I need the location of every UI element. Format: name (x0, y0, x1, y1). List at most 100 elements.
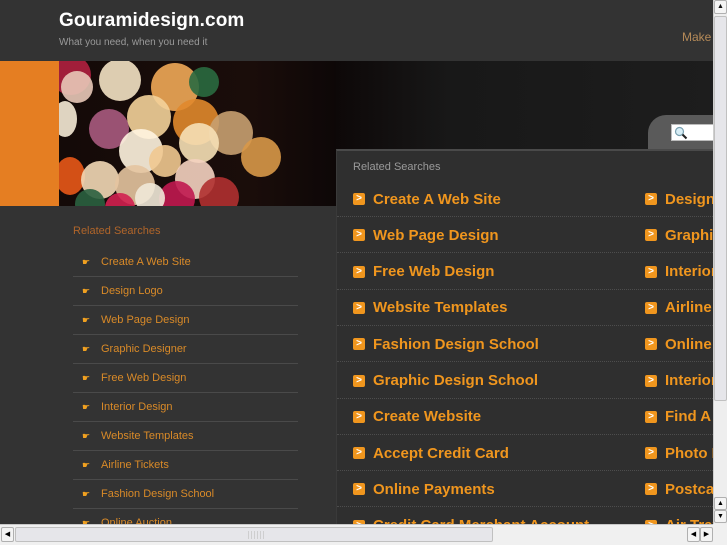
horizontal-scroll-thumb[interactable] (15, 527, 493, 542)
site-title[interactable]: Gouramidesign.com (59, 10, 244, 32)
pointing-hand-icon: ☛ (82, 372, 91, 383)
pointing-hand-icon: ☛ (82, 314, 91, 325)
related-link[interactable]: Find A (665, 408, 711, 425)
make-homepage-link[interactable]: Make (682, 30, 711, 44)
related-link[interactable]: Interior (665, 263, 713, 280)
site-header: Gouramidesign.com What you need, when yo… (0, 0, 713, 61)
sidebar-item[interactable]: ☛ Online Auction (73, 509, 298, 524)
sidebar-item[interactable]: ☛ Free Web Design (73, 364, 298, 393)
vertical-scrollbar[interactable]: ▲ ▲ ▼ (713, 0, 727, 524)
sidebar-link[interactable]: Graphic Designer (101, 343, 187, 355)
horizontal-scrollbar[interactable]: ◀ ◀ ▶ (0, 524, 727, 545)
related-link[interactable]: Create A Web Site (373, 191, 501, 208)
related-item[interactable]: > Create A Web Site (353, 181, 501, 217)
related-item[interactable]: > Website Templates (353, 290, 508, 326)
scroll-left-arrow-icon[interactable]: ◀ (1, 527, 14, 542)
related-item[interactable]: > Graphic (645, 217, 713, 253)
related-item[interactable]: > Create Website (353, 399, 481, 435)
arrow-bullet-icon: > (645, 447, 657, 460)
bokeh-lights-image (59, 61, 336, 206)
scroll-down-arrow-icon[interactable]: ▼ (714, 510, 727, 523)
related-item[interactable]: > Online A (645, 326, 713, 362)
arrow-bullet-icon: > (645, 374, 657, 387)
arrow-bullet-icon: > (353, 374, 365, 387)
related-row: > Website Templates > Airline T (337, 290, 713, 326)
related-link[interactable]: Credit Card Merchant Account (373, 517, 589, 524)
sidebar-item[interactable]: ☛ Airline Tickets (73, 451, 298, 480)
sidebar-link[interactable]: Online Auction (101, 517, 172, 524)
related-item[interactable]: > Interior (645, 363, 713, 399)
sidebar-link[interactable]: Website Templates (101, 430, 194, 442)
arrow-bullet-icon: > (645, 301, 657, 314)
related-row: > Create A Web Site > Design (337, 181, 713, 217)
related-row: > Web Page Design > Graphic (337, 217, 713, 254)
related-row: > Free Web Design > Interior (337, 254, 713, 290)
related-item[interactable]: > Postca (645, 471, 713, 507)
sidebar-item[interactable]: ☛ Create A Web Site (73, 248, 298, 277)
pointing-hand-icon: ☛ (82, 459, 91, 470)
related-link[interactable]: Fashion Design School (373, 336, 539, 353)
sidebar-item[interactable]: ☛ Website Templates (73, 422, 298, 451)
arrow-bullet-icon: > (353, 447, 365, 460)
related-item[interactable]: > Graphic Design School (353, 363, 538, 399)
pointing-hand-icon: ☛ (82, 285, 91, 296)
scroll-grip-icon (248, 531, 264, 539)
sidebar-link[interactable]: Free Web Design (101, 372, 186, 384)
related-item[interactable]: > Design (645, 181, 713, 217)
site-tagline: What you need, when you need it (59, 37, 208, 48)
sidebar-link[interactable]: Interior Design (101, 401, 173, 413)
sidebar-link[interactable]: Fashion Design School (101, 488, 214, 500)
related-item[interactable]: > Web Page Design (353, 217, 499, 253)
scroll-left-arrow-icon[interactable]: ◀ (687, 527, 700, 542)
search-input[interactable] (671, 124, 713, 141)
sidebar-item[interactable]: ☛ Web Page Design (73, 306, 298, 335)
sidebar-link[interactable]: Airline Tickets (101, 459, 169, 471)
vertical-scroll-thumb[interactable] (714, 16, 727, 401)
related-item[interactable]: >Air Trav (645, 508, 713, 524)
related-item[interactable]: > Photo E (645, 435, 713, 471)
arrow-bullet-icon: > (645, 229, 657, 242)
sidebar-item[interactable]: ☛ Graphic Designer (73, 335, 298, 364)
pointing-hand-icon: ☛ (82, 401, 91, 412)
scroll-right-arrow-icon[interactable]: ▶ (700, 527, 713, 542)
sidebar-item[interactable]: ☛ Design Logo (73, 277, 298, 306)
related-link[interactable]: Online Payments (373, 481, 495, 498)
related-link[interactable]: Postca (665, 481, 713, 498)
sidebar-link[interactable]: Design Logo (101, 285, 163, 297)
related-link[interactable]: Free Web Design (373, 263, 494, 280)
related-link[interactable]: Design (665, 191, 713, 208)
pointing-hand-icon: ☛ (82, 430, 91, 441)
related-item[interactable]: >Credit Card Merchant Account (353, 508, 589, 524)
related-item[interactable]: > Find A (645, 399, 711, 435)
related-link[interactable]: Air Trav (665, 517, 713, 524)
related-item[interactable]: > Fashion Design School (353, 326, 539, 362)
related-link[interactable]: Interior (665, 372, 713, 389)
related-searches-panel: Related Searches > Create A Web Site > Desi… (336, 149, 713, 524)
related-item[interactable]: > Interior (645, 254, 713, 290)
related-link[interactable]: Graphic Design School (373, 372, 538, 389)
related-link[interactable]: Airline T (665, 299, 713, 316)
magnifier-icon[interactable] (674, 126, 688, 140)
sidebar-item[interactable]: ☛ Interior Design (73, 393, 298, 422)
related-item[interactable]: > Online Payments (353, 471, 495, 507)
sidebar-link[interactable]: Create A Web Site (101, 256, 191, 268)
sidebar-item[interactable]: ☛ Fashion Design School (73, 480, 298, 509)
related-link[interactable]: Photo E (665, 445, 713, 462)
arrow-bullet-icon: > (353, 193, 365, 205)
related-link[interactable]: Web Page Design (373, 227, 499, 244)
related-link[interactable]: Website Templates (373, 299, 508, 316)
related-item[interactable]: > Free Web Design (353, 254, 494, 290)
related-item[interactable]: > Airline T (645, 290, 713, 326)
related-link[interactable]: Online A (665, 336, 713, 353)
sidebar-link[interactable]: Web Page Design (101, 314, 189, 326)
related-link[interactable]: Create Website (373, 408, 481, 425)
sidebar-title: Related Searches (73, 225, 161, 237)
scroll-up-arrow-icon[interactable]: ▲ (714, 497, 727, 510)
related-link[interactable]: Graphic (665, 227, 713, 244)
related-link[interactable]: Accept Credit Card (373, 445, 509, 462)
related-row: > Fashion Design School > Online A (337, 326, 713, 363)
scroll-up-arrow-icon[interactable]: ▲ (714, 0, 727, 14)
related-item[interactable]: > Accept Credit Card (353, 435, 509, 471)
arrow-bullet-icon: > (645, 338, 657, 351)
related-row: >Credit Card Merchant Account >Air Trav (337, 508, 713, 524)
